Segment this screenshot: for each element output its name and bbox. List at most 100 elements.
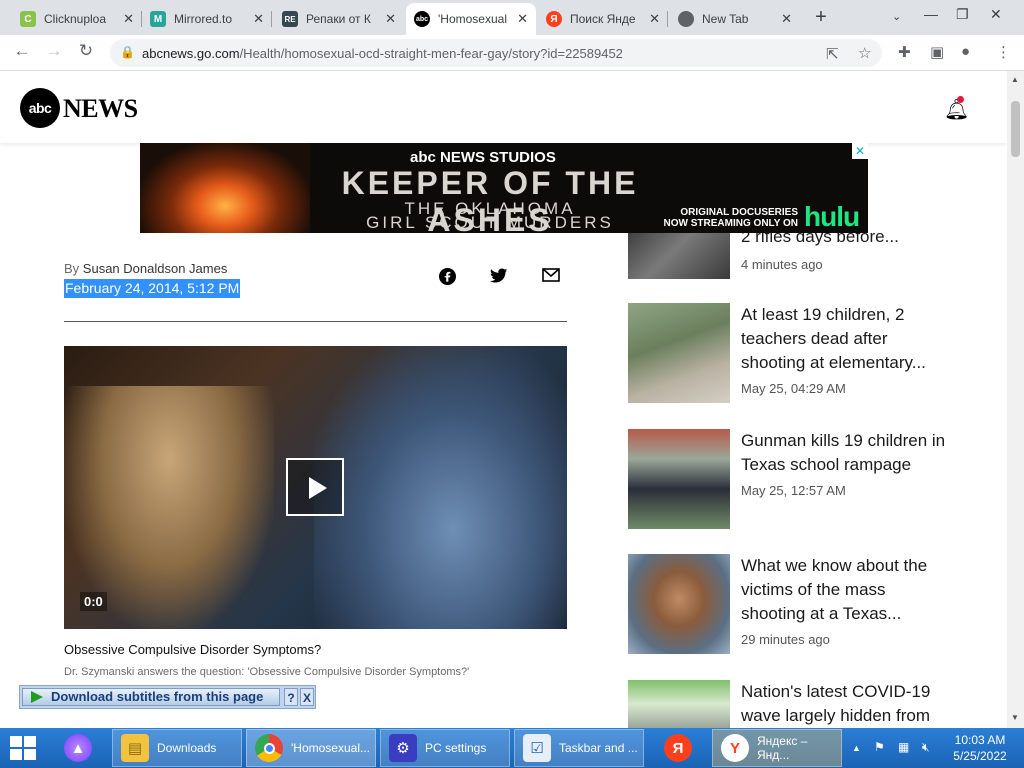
- story-item[interactable]: Nation's latest COVID-19 wave largely hi…: [628, 680, 988, 728]
- taskbar-item-chrome[interactable]: 'Homosexual...: [246, 729, 376, 767]
- story-time: 4 minutes ago: [741, 257, 823, 272]
- play-icon[interactable]: [286, 458, 344, 516]
- close-window-icon[interactable]: ✕: [990, 6, 1002, 23]
- lock-icon[interactable]: 🔒: [120, 45, 135, 59]
- tab-title: Репаки от К: [306, 12, 371, 26]
- tab-clicknupload[interactable]: C Clicknuploa ✕: [12, 3, 142, 35]
- ad-studios-label: abc NEWS STUDIOS: [410, 149, 556, 166]
- tab-title: New Tab: [702, 12, 749, 26]
- byline: By Susan Donaldson James: [64, 261, 228, 276]
- taskbar-item-yandex[interactable]: Y Яндекс – Янд...: [712, 729, 842, 767]
- scroll-up-icon[interactable]: ▲: [1011, 75, 1019, 84]
- site-header: abc NEWS 🔔︎: [0, 71, 1007, 143]
- story-time: May 25, 04:29 AM: [741, 381, 846, 396]
- tab-abcnews-active[interactable]: abc 'Homosexual ✕: [406, 3, 536, 35]
- help-icon[interactable]: ?: [284, 688, 298, 706]
- close-tab-icon[interactable]: ✕: [781, 11, 792, 27]
- windows-taskbar: ▲ ▤ Downloads 'Homosexual... ⚙ PC settin…: [0, 728, 1024, 768]
- web-page: 2 rifles days before... 4 minutes ago At…: [0, 71, 1007, 728]
- twitter-icon[interactable]: [489, 268, 509, 289]
- volume-muted-icon[interactable]: 🔇︎: [922, 740, 930, 755]
- mirrored-favicon-icon: M: [150, 11, 166, 27]
- story-item[interactable]: Gunman kills 19 children in Texas school…: [628, 429, 988, 531]
- tab-repaki[interactable]: RE Репаки от К ✕: [274, 3, 404, 35]
- side-panel-icon[interactable]: ▣: [930, 43, 944, 61]
- tab-mirrored[interactable]: M Mirrored.to ✕: [142, 3, 272, 35]
- story-title[interactable]: What we know about the victims of the ma…: [741, 554, 951, 626]
- video-thumbnail-person-right: [314, 346, 567, 629]
- video-title: Obsessive Compulsive Disorder Symptoms?: [64, 642, 322, 657]
- story-thumbnail[interactable]: [628, 303, 730, 403]
- new-tab-button[interactable]: +: [809, 6, 833, 29]
- story-title[interactable]: Gunman kills 19 children in Texas school…: [741, 429, 951, 477]
- page-scrollbar[interactable]: ▲ ▼: [1007, 71, 1024, 728]
- ad-close-icon[interactable]: ✕: [852, 143, 868, 159]
- news-wordmark[interactable]: NEWS: [63, 94, 138, 124]
- abc-logo[interactable]: abc: [20, 88, 60, 128]
- scrollbar-thumb[interactable]: [1011, 101, 1020, 157]
- ad-subtitle-line2: GIRL SCOUT MURDERS: [366, 213, 614, 232]
- tab-yandex-search[interactable]: Я Поиск Янде ✕: [538, 3, 668, 35]
- address-bar[interactable]: 🔒 abcnews.go.com/Health/homosexual-ocd-s…: [110, 39, 882, 67]
- scroll-down-icon[interactable]: ▼: [1011, 713, 1019, 722]
- yandex-icon: Я: [664, 734, 692, 762]
- tab-title: Clicknuploa: [44, 12, 107, 26]
- system-clock[interactable]: 10:03 AM 5/25/2022: [948, 732, 1012, 764]
- url-text[interactable]: abcnews.go.com/Health/homosexual-ocd-str…: [142, 46, 623, 61]
- tab-title: 'Homosexual: [438, 12, 507, 26]
- extensions-puzzle-icon[interactable]: ✚: [898, 43, 911, 61]
- menu-kebab-icon[interactable]: ⋮: [996, 43, 1011, 61]
- browser-toolbar: ← → ↻ 🔒 abcnews.go.com/Health/homosexual…: [0, 35, 1024, 71]
- close-extension-icon[interactable]: X: [300, 688, 314, 706]
- restore-icon[interactable]: ❐: [956, 6, 969, 23]
- ad-banner[interactable]: abc NEWS STUDIOS KEEPER OF THE ASHES THE…: [140, 143, 868, 233]
- video-player[interactable]: 0:0: [64, 346, 567, 629]
- play-arrow-icon: [31, 691, 43, 703]
- abc-favicon-icon: abc: [414, 11, 430, 27]
- story-thumbnail[interactable]: [628, 429, 730, 529]
- notification-badge: [957, 96, 964, 103]
- story-thumbnail[interactable]: [628, 554, 730, 654]
- folder-icon: ▤: [121, 734, 149, 762]
- profile-avatar-icon[interactable]: ●: [961, 43, 970, 60]
- alice-assistant-button[interactable]: ▲: [56, 729, 100, 767]
- close-tab-icon[interactable]: ✕: [253, 11, 264, 27]
- reload-icon[interactable]: ↻: [74, 41, 98, 61]
- minimize-icon[interactable]: —: [924, 6, 938, 22]
- taskbar-item-pc-settings[interactable]: ⚙ PC settings: [380, 729, 510, 767]
- facebook-icon[interactable]: [437, 268, 457, 290]
- story-title[interactable]: At least 19 children, 2 teachers dead af…: [741, 303, 951, 375]
- close-tab-icon[interactable]: ✕: [123, 11, 134, 27]
- story-item[interactable]: What we know about the victims of the ma…: [628, 554, 988, 656]
- divider: [64, 321, 567, 322]
- close-tab-icon[interactable]: ✕: [649, 11, 660, 27]
- tab-search-chevron-icon[interactable]: ⌄: [892, 10, 901, 23]
- story-time: 29 minutes ago: [741, 632, 830, 647]
- flag-icon[interactable]: ⚑: [874, 740, 885, 754]
- bookmark-star-icon[interactable]: ☆: [858, 44, 871, 62]
- tab-title: Поиск Янде: [570, 12, 636, 26]
- story-item[interactable]: At least 19 children, 2 teachers dead af…: [628, 303, 988, 405]
- share-icon[interactable]: ⇱: [826, 45, 839, 63]
- network-icon[interactable]: ▦: [898, 740, 909, 754]
- windows-start-icon[interactable]: [10, 736, 38, 760]
- hulu-logo: hulu: [804, 201, 860, 232]
- forward-arrow-icon[interactable]: →: [42, 41, 66, 61]
- clicknupload-favicon-icon: C: [20, 11, 36, 27]
- close-tab-icon[interactable]: ✕: [517, 11, 528, 27]
- taskbar-item-taskbar-settings[interactable]: ☑ Taskbar and ...: [514, 729, 644, 767]
- tab-new-tab[interactable]: New Tab ✕: [670, 3, 800, 35]
- taskbar-yandex-browser[interactable]: Я: [656, 729, 702, 767]
- video-timestamp: 0:0: [80, 592, 107, 611]
- tray-expand-icon[interactable]: ▲: [852, 743, 861, 753]
- email-icon[interactable]: [541, 268, 561, 287]
- download-subtitles-button[interactable]: Download subtitles from this page: [22, 688, 280, 706]
- close-tab-icon[interactable]: ✕: [385, 11, 396, 27]
- back-arrow-icon[interactable]: ←: [10, 41, 34, 61]
- author-link[interactable]: Susan Donaldson James: [83, 261, 228, 276]
- story-time: May 25, 12:57 AM: [741, 483, 846, 498]
- story-title[interactable]: Nation's latest COVID-19 wave largely hi…: [741, 680, 951, 728]
- tab-title: Mirrored.to: [174, 12, 233, 26]
- story-thumbnail[interactable]: [628, 680, 730, 728]
- taskbar-item-downloads[interactable]: ▤ Downloads: [112, 729, 242, 767]
